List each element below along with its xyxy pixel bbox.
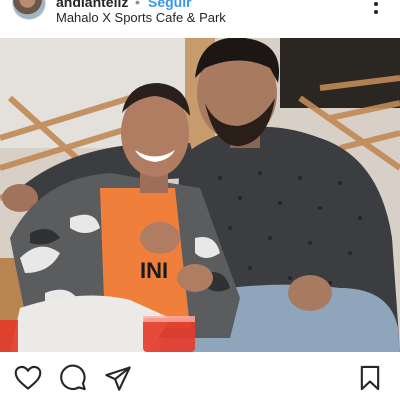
more-dot [374, 2, 378, 6]
photo-illustration: INI [0, 38, 400, 352]
more-options-icon[interactable] [366, 0, 386, 22]
paper-plane-icon[interactable] [104, 364, 132, 392]
separator-dot: • [135, 0, 140, 10]
heart-icon-glyph [14, 365, 42, 390]
drink-glass-center [143, 318, 195, 352]
right-man-hand [288, 275, 332, 311]
action-bar [0, 352, 400, 400]
heart-icon[interactable] [14, 364, 42, 392]
comment-bubble-icon[interactable] [59, 364, 87, 392]
shirt-print: INI [140, 258, 168, 283]
bookmark-icon[interactable] [356, 364, 384, 392]
username-link[interactable]: andlanteliz [56, 0, 128, 10]
follow-button[interactable]: Seguir [148, 0, 192, 10]
left-man-hand [140, 222, 180, 254]
location-link[interactable]: Mahalo X Sports Cafe & Park [56, 10, 226, 25]
comment-icon-glyph [60, 364, 86, 391]
avatar[interactable] [12, 0, 46, 20]
drink-glass-rim [143, 316, 195, 322]
save-icon-glyph [360, 365, 380, 391]
more-dot [374, 10, 378, 14]
left-man-hand-right [177, 264, 213, 292]
drink-glass-left [0, 320, 18, 352]
share-icon-glyph [105, 366, 131, 391]
dark-window [280, 38, 400, 108]
post-header: andlanteliz • Seguir Mahalo X Sports Caf… [0, 0, 400, 38]
post-photo[interactable]: INI [0, 38, 400, 352]
